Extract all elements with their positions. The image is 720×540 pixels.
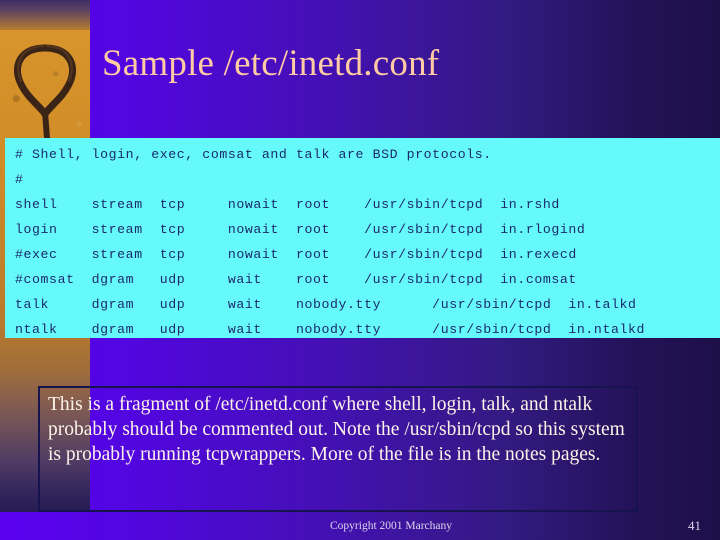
- code-line: # Shell, login, exec, comsat and talk ar…: [15, 147, 492, 162]
- footer-page-number: 41: [688, 518, 701, 533]
- explanation-text: This is a fragment of /etc/inetd.conf wh…: [48, 394, 625, 465]
- footer-copyright: Copyright 2001 Marchany: [330, 520, 453, 532]
- code-line: ntalk dgram udp wait nobody.tty /usr/sbi…: [15, 322, 646, 337]
- inetd-conf-code-block: # Shell, login, exec, comsat and talk ar…: [5, 138, 720, 338]
- branding-iron-icon: [13, 44, 77, 138]
- code-line: login stream tcp nowait root /usr/sbin/t…: [15, 222, 586, 237]
- code-line: #: [15, 172, 24, 187]
- presentation-slide: Sample /etc/inetd.conf # Shell, login, e…: [0, 0, 720, 540]
- explanation-text-box: This is a fragment of /etc/inetd.conf wh…: [38, 386, 638, 512]
- code-line: shell stream tcp nowait root /usr/sbin/t…: [15, 197, 560, 212]
- code-line: talk dgram udp wait nobody.tty /usr/sbin…: [15, 297, 637, 312]
- code-line: #comsat dgram udp wait root /usr/sbin/tc…: [15, 272, 577, 287]
- code-line: #exec stream tcp nowait root /usr/sbin/t…: [15, 247, 577, 262]
- slide-title: Sample /etc/inetd.conf: [102, 43, 440, 84]
